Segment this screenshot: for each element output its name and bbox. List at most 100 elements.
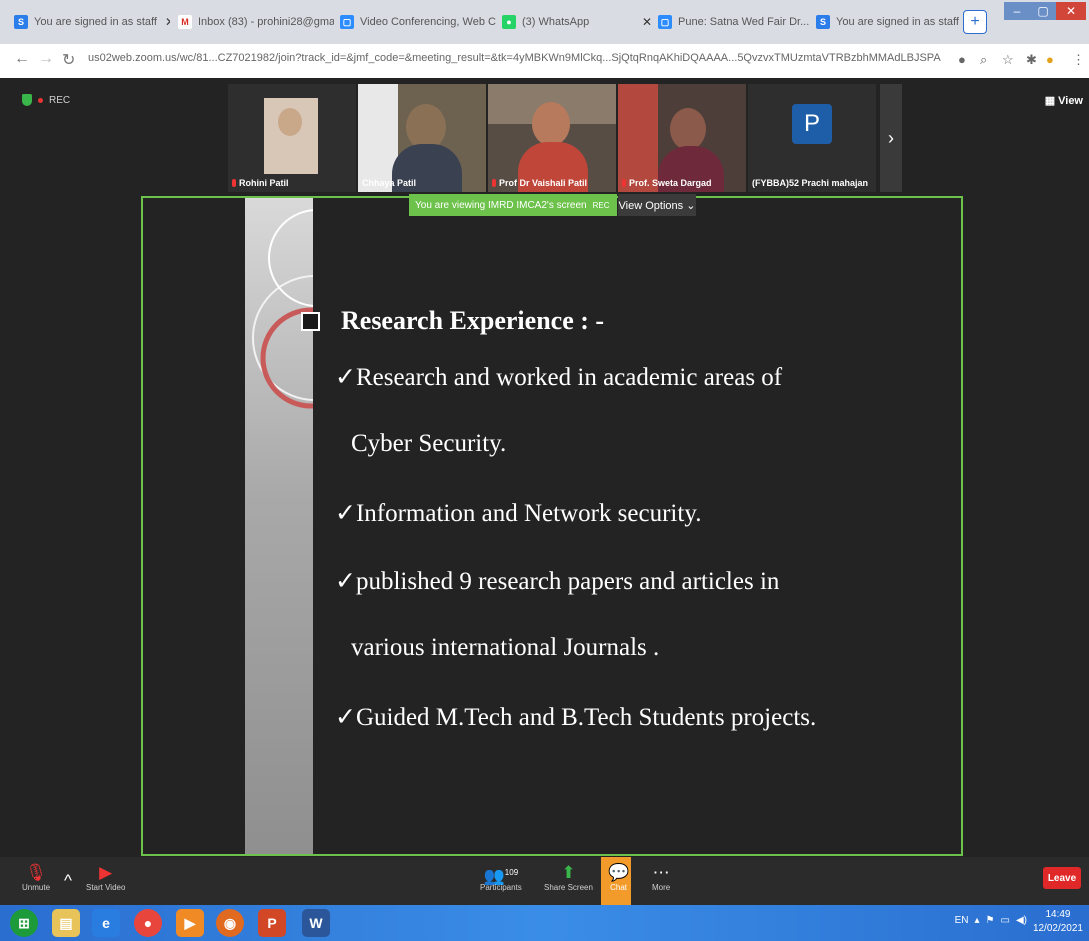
participants-icon: 👥109 xyxy=(483,866,519,886)
tab-title: Inbox (83) - prohini28@gmail... xyxy=(198,16,334,28)
participant-name: Rohini Patil xyxy=(232,178,289,188)
url-field[interactable]: us02web.zoom.us/wc/81...CZ7021982/join?t… xyxy=(88,52,948,70)
more-button[interactable]: ⋯ More xyxy=(652,863,670,892)
tab-title: You are signed in as staff xyxy=(836,16,959,28)
close-icon[interactable]: ✕ xyxy=(157,15,170,29)
participant-video[interactable]: Rohini Patil xyxy=(228,84,356,192)
menu-icon[interactable]: ⋮ xyxy=(1072,52,1085,68)
record-dot-icon xyxy=(38,97,43,103)
start-button-icon[interactable]: ⊞ xyxy=(10,909,38,937)
volume-icon[interactable]: ◀) xyxy=(1016,915,1027,926)
leave-button[interactable]: Leave xyxy=(1043,867,1081,889)
zoom-meeting-window: REC ▦ View Rohini Patil Chhaya Patil Pro… xyxy=(0,78,1089,905)
tab-title: Video Conferencing, Web Conf... xyxy=(360,16,496,28)
chevron-up-icon: ^ xyxy=(64,871,72,890)
view-options-button[interactable]: View Options ⌄ xyxy=(618,194,696,216)
rec-label: REC xyxy=(49,94,71,106)
forward-arrow-icon[interactable]: → xyxy=(38,50,54,68)
participant-name: (FYBBA)52 Prachi mahajan xyxy=(752,178,869,188)
profile-icon[interactable]: ● xyxy=(1046,52,1054,67)
muted-mic-icon: 🎙 xyxy=(25,863,47,882)
participant-face xyxy=(670,108,706,150)
muted-mic-icon xyxy=(492,179,496,187)
browser-tab[interactable]: ● (3) WhatsApp ✕ xyxy=(496,4,658,40)
slide-bullet: ✓Guided M.Tech and B.Tech Students proje… xyxy=(335,704,817,731)
system-tray: EN ▴ ⚑ ▭ ◀) xyxy=(955,915,1027,926)
flag-icon[interactable]: ⚑ xyxy=(986,915,995,926)
word-icon[interactable]: W xyxy=(302,909,330,937)
maximize-button[interactable]: ▢ xyxy=(1030,2,1056,20)
unmute-button[interactable]: 🎙 Unmute xyxy=(22,863,50,892)
browser-tab[interactable]: ▢ Pune: Satna Wed Fair Dr... ● ✕ xyxy=(652,4,814,40)
address-bar: ← → ↻ us02web.zoom.us/wc/81...CZ7021982/… xyxy=(0,44,1089,79)
clock-time: 14:49 xyxy=(1045,909,1071,920)
viewing-screen-banner: You are viewing IMRD IMCA2's screen REC xyxy=(409,194,617,216)
rec-label: REC xyxy=(592,200,610,210)
view-button[interactable]: ▦ View xyxy=(1044,94,1083,108)
more-label: More xyxy=(652,883,671,892)
share-screen-icon: ⬆ xyxy=(561,863,576,882)
browser-tab[interactable]: S You are signed in as staff ✕ xyxy=(810,4,972,40)
participant-video[interactable]: P (FYBBA)52 Prachi mahajan xyxy=(748,84,876,192)
audio-options-button[interactable]: ^ xyxy=(64,871,72,891)
zoom-icon: ▢ xyxy=(658,15,672,29)
powerpoint-icon[interactable]: P xyxy=(258,909,286,937)
extensions-icon[interactable]: ✱ xyxy=(1026,52,1037,68)
browser-tab-strip: S You are signed in as staff ✕ M Inbox (… xyxy=(0,0,1089,44)
browser-tab[interactable]: S You are signed in as staff ✕ xyxy=(8,4,170,40)
share-screen-button[interactable]: ⬆ Share Screen xyxy=(544,863,593,892)
clock[interactable]: 14:49 12/02/2021 xyxy=(1033,908,1083,936)
internet-explorer-icon[interactable]: e xyxy=(92,909,120,937)
close-icon[interactable]: ✕ xyxy=(634,15,652,29)
language-indicator[interactable]: EN xyxy=(955,915,969,926)
site-icon: S xyxy=(14,15,28,29)
file-explorer-icon[interactable]: ▤ xyxy=(52,909,80,937)
zoom-magnifier-icon[interactable]: ⌕ xyxy=(980,52,987,68)
view-label: View xyxy=(1058,94,1083,107)
tab-title: Pune: Satna Wed Fair Dr... xyxy=(678,16,810,28)
slide-bullet: Cyber Security. xyxy=(351,430,507,457)
firefox-icon[interactable]: ◉ xyxy=(216,909,244,937)
video-off-icon: ▶ xyxy=(99,863,113,882)
checkbox-icon xyxy=(301,312,320,331)
gmail-icon: M xyxy=(178,15,192,29)
muted-mic-icon xyxy=(232,179,236,187)
whatsapp-icon: ● xyxy=(502,15,516,29)
network-icon[interactable]: ▭ xyxy=(1001,915,1010,926)
participant-name: Prof. Sweta Dargad xyxy=(622,178,712,188)
unmute-label: Unmute xyxy=(22,883,51,892)
participant-face xyxy=(532,102,570,146)
record-icon[interactable]: ● xyxy=(958,52,966,67)
slide-bullet: various international Journals . xyxy=(351,634,660,661)
avatar: P xyxy=(792,104,832,144)
tab-title: (3) WhatsApp xyxy=(522,16,590,28)
start-video-button[interactable]: ▶ Start Video xyxy=(86,863,125,892)
site-icon: S xyxy=(816,15,830,29)
close-window-button[interactable]: ✕ xyxy=(1056,2,1086,20)
new-tab-button[interactable]: + xyxy=(963,10,987,34)
browser-tab[interactable]: M Inbox (83) - prohini28@gmail... ✕ xyxy=(172,4,334,40)
grid-icon: ▦ xyxy=(1044,95,1056,107)
media-player-icon[interactable]: ▶ xyxy=(176,909,204,937)
windows-taskbar: ⊞ ▤ e ● ▶ ◉ P W EN ▴ ⚑ ▭ ◀) 14:49 12/02/… xyxy=(0,905,1089,941)
minimize-button[interactable]: – xyxy=(1004,2,1030,20)
back-arrow-icon[interactable]: ← xyxy=(14,50,30,68)
slide-bullet: ✓published 9 research papers and article… xyxy=(335,568,780,595)
participant-video[interactable]: Prof Dr Vaishali Patil xyxy=(488,84,616,192)
chrome-icon[interactable]: ● xyxy=(134,909,162,937)
muted-mic-icon xyxy=(622,179,626,187)
participant-video[interactable]: Chhaya Patil xyxy=(358,84,486,192)
star-icon[interactable]: ☆ xyxy=(1002,52,1014,68)
chevron-up-icon[interactable]: ▴ xyxy=(975,915,980,926)
zoom-icon: ▢ xyxy=(340,15,354,29)
next-participants-arrow-icon[interactable]: › xyxy=(880,84,902,192)
participants-button[interactable]: 👥109 Participants xyxy=(480,863,522,892)
chat-button-content[interactable]: 💬 Chat xyxy=(608,863,629,892)
reload-icon[interactable]: ↻ xyxy=(62,50,75,70)
chat-icon: 💬 xyxy=(608,863,630,882)
participant-video[interactable]: Prof. Sweta Dargad xyxy=(618,84,746,192)
more-icon: ⋯ xyxy=(652,863,670,882)
participant-face xyxy=(278,108,302,136)
wall xyxy=(618,84,658,192)
browser-tab[interactable]: ▢ Video Conferencing, Web Conf... ✕ xyxy=(334,4,496,40)
